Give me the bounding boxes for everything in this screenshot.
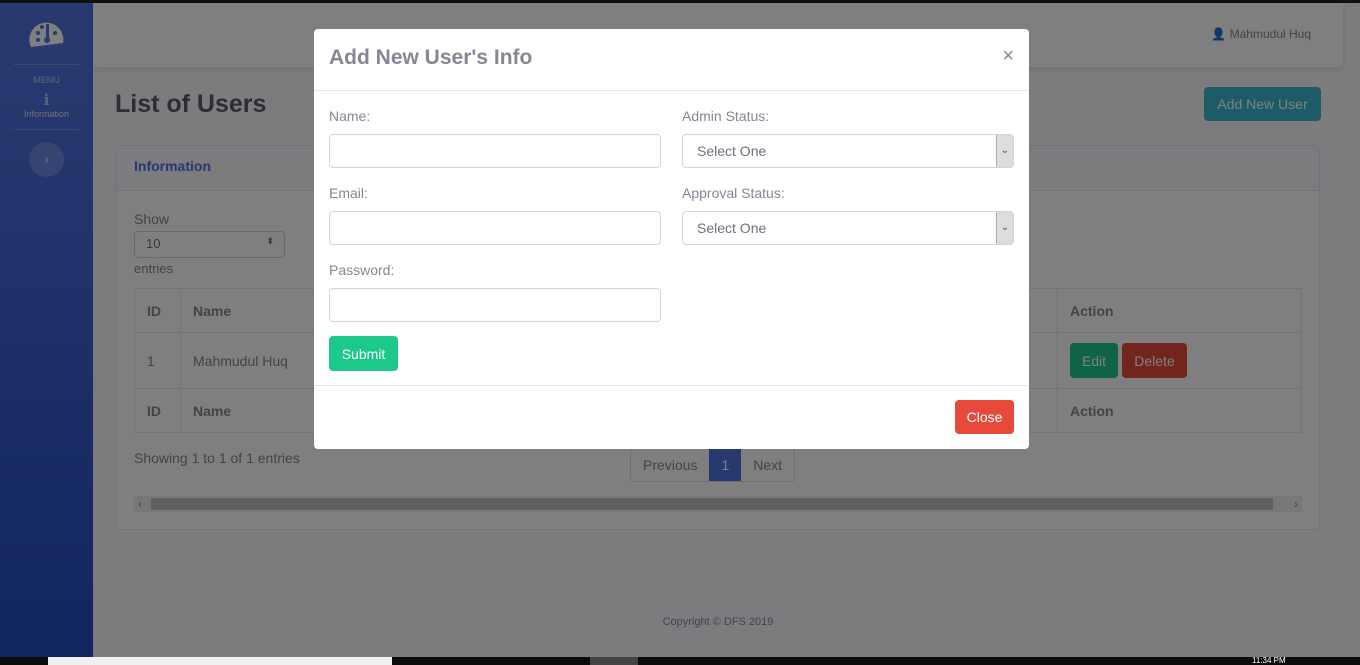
add-user-modal: Add New User's Info × Name: Email: Passw… <box>314 29 1029 449</box>
password-label: Password: <box>329 262 395 278</box>
chevron-down-icon: ⌄ <box>996 135 1013 167</box>
admin-status-select[interactable]: Select One ⌄ <box>682 134 1014 168</box>
close-button[interactable]: Close <box>955 400 1014 434</box>
taskbar: 11:34 PM <box>0 657 1360 665</box>
close-icon[interactable]: × <box>1002 45 1014 68</box>
taskbar-clock: 11:34 PM <box>1252 656 1286 665</box>
modal-header: Add New User's Info <box>314 29 1029 91</box>
admin-status-value: Select One <box>697 143 767 159</box>
email-input[interactable] <box>329 211 661 245</box>
approval-status-label: Approval Status: <box>682 185 785 201</box>
name-input[interactable] <box>329 134 661 168</box>
submit-button[interactable]: Submit <box>329 336 398 371</box>
admin-status-label: Admin Status: <box>682 108 770 124</box>
taskbar-search[interactable] <box>48 657 392 665</box>
modal-footer: Close <box>314 385 1029 449</box>
taskbar-app[interactable] <box>590 657 638 665</box>
email-label: Email: <box>329 185 368 201</box>
chevron-down-icon: ⌄ <box>996 212 1013 244</box>
approval-status-select[interactable]: Select One ⌄ <box>682 211 1014 245</box>
name-label: Name: <box>329 108 371 124</box>
approval-status-value: Select One <box>697 220 767 236</box>
password-input[interactable] <box>329 288 661 322</box>
modal-title: Add New User's Info <box>329 46 533 69</box>
